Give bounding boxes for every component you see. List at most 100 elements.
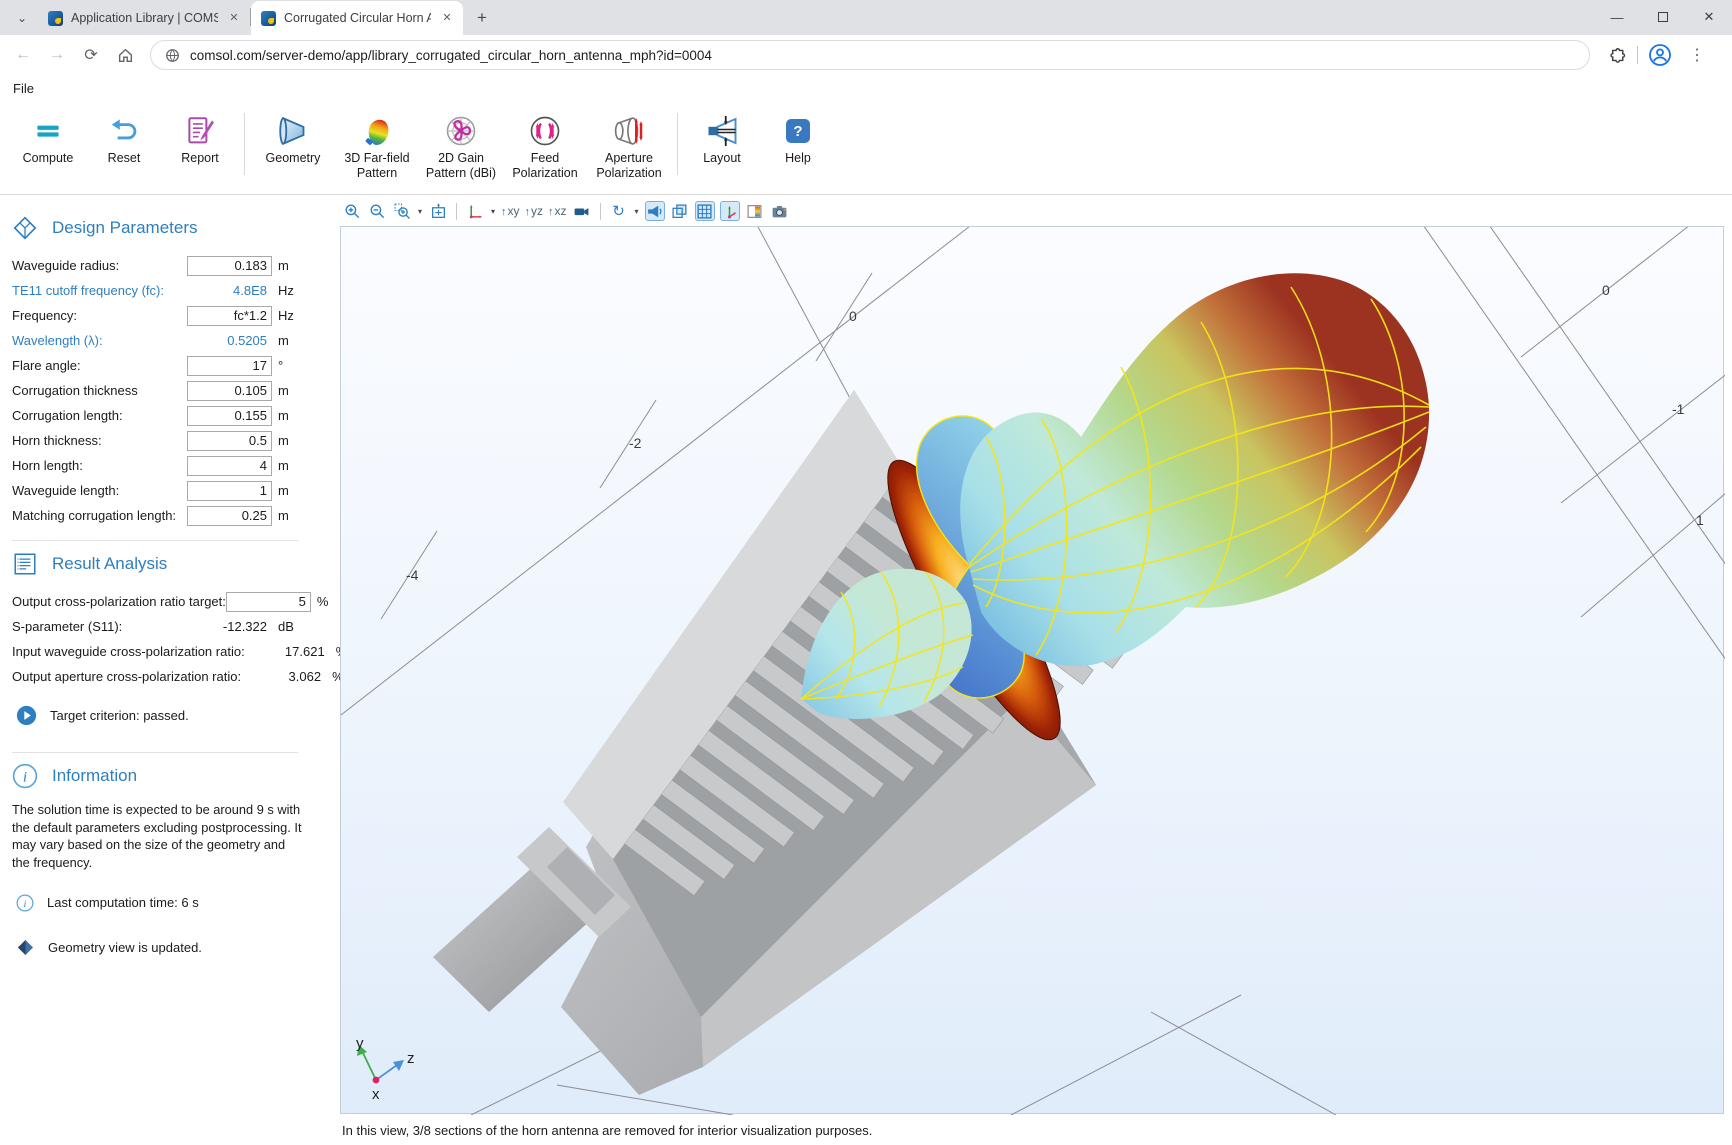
dropdown-caret-icon[interactable]: ▾ (491, 207, 495, 216)
zoom-out-icon[interactable] (367, 201, 387, 221)
feed-polarization-button[interactable]: Feed Polarization (503, 105, 587, 181)
section-title: Information (52, 766, 137, 786)
projector-icon[interactable] (572, 201, 592, 221)
view-xy-button[interactable]: ↑ xy (501, 204, 520, 218)
parameter-unit: m (278, 483, 302, 498)
tab-title: Corrugated Circular Horn Anten (284, 11, 431, 25)
browser-menu-button[interactable]: ⋮ (1682, 40, 1712, 70)
app-toolbar: Compute Reset Report (0, 101, 1732, 195)
zoom-extents-icon[interactable] (428, 201, 448, 221)
sidebar: Design Parameters Waveguide radius:mTE11… (0, 195, 310, 1144)
parameter-row: Waveguide length:m (12, 478, 302, 503)
color-legend-icon[interactable] (745, 201, 765, 221)
parameter-label: Output aperture cross-polarization ratio… (12, 669, 241, 684)
parameter-input[interactable] (187, 256, 272, 276)
help-icon: ? (786, 119, 810, 143)
rotate-icon[interactable]: ↻ (609, 201, 629, 221)
dropdown-caret-icon[interactable]: ▾ (635, 207, 639, 216)
far-field-3d-button[interactable]: 3D Far-field Pattern (335, 105, 419, 181)
parameter-unit: dB (278, 619, 302, 634)
browser-actions: ⋮ (1608, 40, 1712, 70)
view-xz-button[interactable]: ↑ xz (548, 204, 567, 218)
tab-close-icon[interactable]: ✕ (226, 10, 242, 26)
parameter-label: S-parameter (S11): (12, 619, 187, 634)
transparency-icon[interactable] (670, 201, 690, 221)
button-label: 2D Gain (438, 151, 484, 166)
parameter-unit: m (278, 408, 302, 423)
parameter-input[interactable] (187, 506, 272, 526)
axis-orientation-icon[interactable] (720, 201, 740, 221)
tab-search-button[interactable]: ⌄ (8, 4, 36, 32)
parameter-input[interactable] (187, 431, 272, 451)
layout-button[interactable]: Layout (684, 105, 760, 166)
reset-button[interactable]: Reset (86, 105, 162, 166)
section-title: Design Parameters (52, 218, 198, 238)
view-caption: In this view, 3/8 sections of the horn a… (342, 1123, 1724, 1138)
geometry-status-row: Geometry view is updated. (16, 938, 302, 957)
parameter-input[interactable] (187, 381, 272, 401)
profile-avatar[interactable] (1648, 43, 1672, 67)
parameter-input[interactable] (187, 406, 272, 426)
parameter-unit: Hz (278, 308, 302, 323)
snapshot-camera-icon[interactable] (770, 201, 790, 221)
parameter-row: Horn thickness:m (12, 428, 302, 453)
scene-light-icon[interactable] (645, 201, 665, 221)
last-computation-text: Last computation time: 6 s (47, 895, 199, 910)
design-parameters-header: Design Parameters (12, 215, 302, 241)
compute-icon (31, 111, 65, 151)
parameter-value: 4.8E8 (233, 283, 272, 298)
parameter-row: Corrugation length:m (12, 403, 302, 428)
section-divider (12, 540, 298, 541)
tab-close-icon[interactable]: ✕ (439, 10, 455, 26)
parameter-label: Waveguide radius: (12, 258, 187, 273)
parameter-input[interactable] (226, 592, 311, 612)
up-arrow-icon: ↑ (548, 206, 554, 218)
browser-window: ⌄ Application Library | COMSOL S ✕ Corru… (0, 0, 1732, 1145)
parameter-row: Matching corrugation length:m (12, 503, 302, 528)
maximize-icon (1658, 12, 1668, 22)
graphics-canvas[interactable]: 0 -2 -4 0 -1 1 (340, 226, 1724, 1114)
zoom-box-icon[interactable] (392, 201, 412, 221)
reload-button[interactable]: ⟳ (76, 40, 106, 70)
graphics-toolbar: ▾ ▾ ↑ xy ↑ yz ↑ xz (342, 199, 1724, 223)
site-info-icon[interactable] (165, 48, 180, 63)
back-button[interactable]: ← (8, 40, 38, 70)
address-bar[interactable]: comsol.com/server-demo/app/library_corru… (150, 40, 1590, 70)
section-divider (12, 752, 298, 753)
view-yz-button[interactable]: ↑ yz (525, 204, 544, 218)
home-button[interactable] (110, 40, 140, 70)
parameter-input[interactable] (187, 456, 272, 476)
aperture-polarization-icon (611, 111, 647, 151)
maximize-button[interactable] (1640, 0, 1686, 34)
gain-2d-button[interactable]: 2D Gain Pattern (dBi) (419, 105, 503, 181)
button-label: Compute (23, 151, 74, 166)
new-tab-button[interactable]: + (469, 5, 495, 31)
aperture-polarization-button[interactable]: Aperture Polarization (587, 105, 671, 181)
parameter-input[interactable] (187, 481, 272, 501)
show-grid-icon[interactable] (695, 201, 715, 221)
report-icon (183, 111, 217, 151)
help-button[interactable]: ? Help (760, 105, 836, 166)
default-view-icon[interactable] (465, 201, 485, 221)
tab-application-library[interactable]: Application Library | COMSOL S ✕ (38, 1, 250, 35)
tick-label: 0 (849, 308, 857, 324)
tab-title: Application Library | COMSOL S (71, 11, 218, 25)
tab-corrugated-horn[interactable]: Corrugated Circular Horn Anten ✕ (251, 1, 463, 35)
dropdown-caret-icon[interactable]: ▾ (418, 207, 422, 216)
compute-button[interactable]: Compute (10, 105, 86, 166)
close-button[interactable]: ✕ (1686, 0, 1732, 34)
file-menu[interactable]: File (13, 81, 34, 96)
far-field-pattern-large (917, 273, 1430, 698)
parameter-unit: m (278, 333, 302, 348)
forward-button[interactable]: → (42, 40, 72, 70)
parameter-input[interactable] (187, 306, 272, 326)
extensions-icon[interactable] (1608, 46, 1627, 65)
zoom-in-icon[interactable] (342, 201, 362, 221)
report-button[interactable]: Report (162, 105, 238, 166)
geometry-button[interactable]: Geometry (251, 105, 335, 166)
minimize-button[interactable]: — (1594, 0, 1640, 34)
parameter-row: Frequency:Hz (12, 303, 302, 328)
parameter-row: Flare angle:° (12, 353, 302, 378)
parameter-input[interactable] (187, 356, 272, 376)
button-label: Help (785, 151, 811, 166)
